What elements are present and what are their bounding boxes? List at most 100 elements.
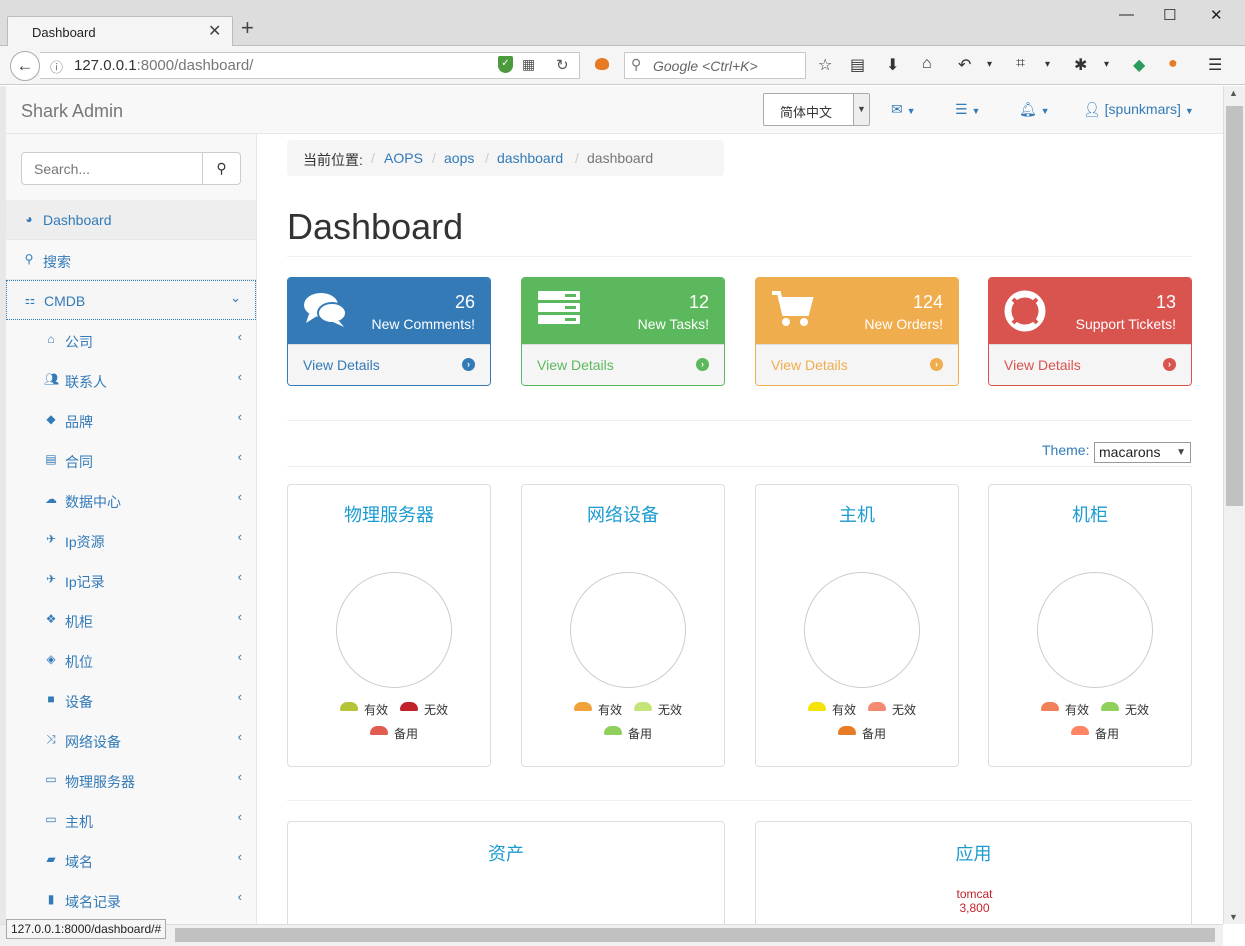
- legend-label: 无效: [892, 703, 917, 717]
- scrollbar-thumb[interactable]: [1226, 106, 1243, 506]
- theme-select[interactable]: macarons ▼: [1094, 442, 1191, 463]
- minimize-icon[interactable]: —: [1119, 6, 1134, 23]
- view-details-link[interactable]: View Details ›: [522, 344, 724, 385]
- sidebar-item[interactable]: ✈ Ip资源 ‹: [6, 520, 256, 560]
- dropdown-icon[interactable]: ▾: [1104, 59, 1109, 70]
- menu-icon[interactable]: ☰: [1208, 55, 1222, 75]
- sidebar-item[interactable]: ▮ 域名记录 ‹: [6, 880, 256, 920]
- scroll-down-icon[interactable]: ▼: [1229, 912, 1238, 922]
- search-button[interactable]: ⚲: [202, 152, 241, 185]
- browser-tab-bar: Dashboard ✕ + — ☐ ✕: [0, 0, 1245, 47]
- alerts-dropdown[interactable]: 🔔︎ ▼: [1019, 101, 1050, 118]
- donut-chart: [336, 572, 452, 688]
- sidebar-item[interactable]: ▤ 合同 ‹: [6, 440, 256, 480]
- chevron-left-icon: ‹: [237, 769, 242, 784]
- dropdown-icon[interactable]: ▾: [987, 59, 992, 70]
- messages-dropdown[interactable]: ✉ ▼: [891, 101, 916, 118]
- chevron-left-icon: ‹: [237, 369, 242, 384]
- tab-close-icon[interactable]: ✕: [208, 21, 221, 41]
- tasks-dropdown[interactable]: ☰ ▼: [955, 101, 980, 118]
- user-dropdown[interactable]: 👤︎ [spunkmars] ▼: [1083, 101, 1194, 118]
- bell-icon: 🔔︎: [1019, 101, 1037, 117]
- user-icon: 👤︎: [1083, 101, 1101, 117]
- download-icon[interactable]: ⬇: [886, 55, 899, 75]
- chevron-left-icon: ‹: [237, 849, 242, 864]
- url-bar[interactable]: ⓘ 127.0.0.1:8000/dashboard/ ✓ ▦ ↻: [40, 52, 580, 79]
- language-select[interactable]: 简体中文 ▼: [763, 93, 870, 126]
- view-details-link[interactable]: View Details ›: [756, 344, 958, 385]
- sidebar-item[interactable]: ☁ 数据中心 ‹: [6, 480, 256, 520]
- browser-search-box[interactable]: ⚲ Google <Ctrl+K>: [624, 52, 806, 79]
- crop-icon[interactable]: ⌗: [1016, 55, 1025, 73]
- legend-label: 备用: [1095, 727, 1120, 741]
- sidebar-item[interactable]: ▭ 主机 ‹: [6, 800, 256, 840]
- window-close-icon[interactable]: ✕: [1210, 6, 1223, 24]
- addon-icon[interactable]: ●: [1168, 55, 1178, 73]
- sidebar-item[interactable]: ◕ Dashboard: [6, 200, 256, 240]
- qr-code-icon[interactable]: ▦: [522, 56, 535, 73]
- extension-fox-icon[interactable]: [595, 58, 609, 70]
- sidebar-item[interactable]: ▭ 物理服务器 ‹: [6, 760, 256, 800]
- sidebar-item[interactable]: ❖ 机柜 ‹: [6, 600, 256, 640]
- sidebar-item[interactable]: ⤨ 网络设备 ‹: [6, 720, 256, 760]
- bookmark-star-icon[interactable]: ☆: [818, 55, 832, 75]
- sidebar-item[interactable]: 👥︎ 联系人 ‹: [6, 360, 256, 400]
- sidebar-item[interactable]: ⌂ 公司 ‹: [6, 320, 256, 360]
- home-icon[interactable]: ⌂: [922, 55, 932, 73]
- reload-icon[interactable]: ↻: [556, 56, 569, 74]
- dashboard-icon: ◕: [25, 212, 33, 226]
- panel-label: Support Tickets!: [1075, 316, 1176, 332]
- sidebar-item[interactable]: ⚲ 搜索: [6, 240, 256, 280]
- maximize-icon[interactable]: ☐: [1163, 6, 1176, 24]
- sidebar-item[interactable]: ✈ Ip记录 ‹: [6, 560, 256, 600]
- extension-icon[interactable]: ◆: [1133, 55, 1145, 75]
- dropdown-icon[interactable]: ▾: [1045, 59, 1050, 70]
- panel-count: 12: [688, 292, 709, 312]
- shopping-cart-icon: [771, 290, 815, 331]
- bug-icon[interactable]: ✱: [1074, 55, 1087, 75]
- back-icon[interactable]: ←: [10, 51, 40, 81]
- card-title: 应用: [955, 844, 992, 864]
- cloud-icon: ☁: [45, 492, 57, 506]
- sidebar-item[interactable]: ▰ 域名 ‹: [6, 840, 256, 880]
- donut-chart: [1037, 572, 1153, 688]
- brand-link[interactable]: Shark Admin: [21, 101, 123, 122]
- view-details-link[interactable]: View Details ›: [288, 344, 490, 385]
- sidebar-item[interactable]: ⚏ CMDB ⌄: [6, 280, 256, 320]
- file-icon: ▤: [45, 452, 57, 466]
- sidebar-item[interactable]: ◆ 品牌 ‹: [6, 400, 256, 440]
- legend-swatch: [1071, 726, 1089, 735]
- panel-label: New Orders!: [864, 316, 943, 332]
- search-input[interactable]: [21, 152, 203, 185]
- sidebar-item[interactable]: ■ 设备 ‹: [6, 680, 256, 720]
- breadcrumb-link[interactable]: AOPS: [384, 150, 423, 166]
- scroll-up-icon[interactable]: ▲: [1229, 88, 1238, 98]
- view-details-link[interactable]: View Details ›: [989, 344, 1191, 385]
- horizontal-scrollbar[interactable]: [0, 924, 1223, 946]
- app-name: tomcat: [956, 887, 993, 901]
- breadcrumb-link[interactable]: dashboard: [497, 150, 563, 166]
- shield-icon[interactable]: ✓: [498, 56, 513, 73]
- legend-swatch: [1101, 702, 1119, 711]
- chevron-left-icon: ‹: [237, 649, 242, 664]
- sidebar-item-label: 机位: [65, 654, 93, 670]
- legend-swatch: [340, 702, 358, 711]
- scrollbar-thumb[interactable]: [175, 928, 1215, 942]
- sidebar-item[interactable]: ◈ 机位 ‹: [6, 640, 256, 680]
- arrow-circle-right-icon: ›: [930, 358, 943, 371]
- reading-list-icon[interactable]: ▤: [850, 55, 865, 75]
- browser-tab[interactable]: Dashboard ✕: [7, 16, 233, 47]
- sidebar-item-label: 设备: [65, 694, 93, 710]
- arrow-circle-right-icon: ›: [1163, 358, 1176, 371]
- vertical-scrollbar[interactable]: ▲ ▼: [1223, 86, 1245, 924]
- chevron-left-icon: ‹: [237, 409, 242, 424]
- sidebar-item-label: Ip记录: [65, 574, 105, 590]
- support-icon: [1004, 290, 1046, 335]
- breadcrumb-link[interactable]: aops: [444, 150, 474, 166]
- new-tab-icon[interactable]: +: [241, 17, 254, 39]
- undo-icon[interactable]: ↶: [958, 55, 971, 75]
- app-chart-label: tomcat 3,800: [757, 887, 1192, 915]
- caret-icon: ▼: [906, 106, 916, 116]
- info-icon[interactable]: ⓘ: [50, 57, 63, 76]
- laptop-icon: ▭: [45, 812, 57, 826]
